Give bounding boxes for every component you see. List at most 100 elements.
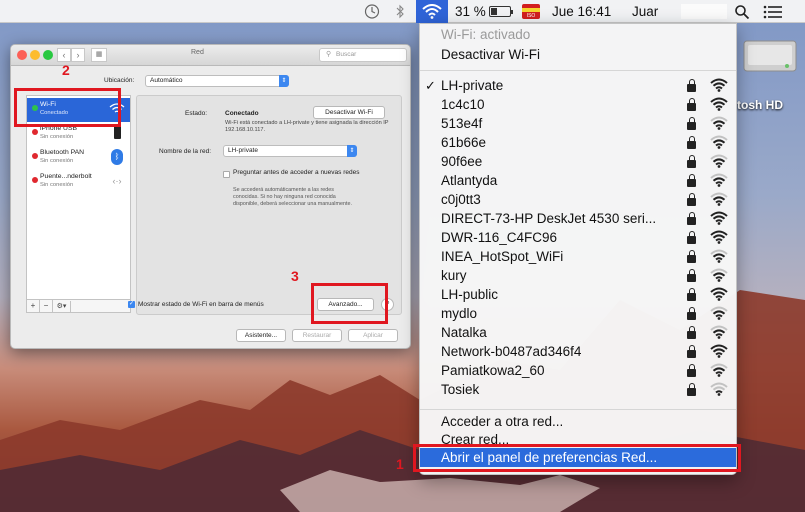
network-name: LH-private [441,78,504,93]
network-name: mydlo [441,306,478,321]
network-name: Network-b0487ad346f4 [441,344,582,359]
network-item[interactable]: mydlo [420,304,736,323]
network-item[interactable]: INEA_HotSpot_WiFi [420,247,736,266]
network-item[interactable]: Natalka [420,323,736,342]
network-item[interactable]: DWR-116_C4FC96 [420,228,736,247]
wifi-signal-icon [710,97,728,111]
network-item[interactable]: Pamiatkowa2_60 [420,361,736,380]
time-machine-icon[interactable] [363,3,381,20]
service-name: Bluetooth PAN [40,149,85,156]
network-item[interactable]: Atlantyda [420,171,736,190]
wifi-menu-extra[interactable] [416,0,448,23]
location-value: Automático [150,77,183,84]
network-name: 1c4c10 [441,97,485,112]
window-titlebar[interactable]: ‹ › ▦ Red ⚲ Buscar [11,45,410,66]
service-list-toolbar: + − ⚙▾ [26,300,131,313]
lock-icon [687,364,696,377]
network-item[interactable]: kury [420,266,736,285]
network-item[interactable]: LH-public [420,285,736,304]
network-name: DWR-116_C4FC96 [441,230,558,245]
network-item[interactable]: 61b66e [420,133,736,152]
lock-icon [687,345,696,358]
wifi-signal-icon [710,363,728,377]
wifi-status-item: Wi-Fi: activado [441,27,531,42]
lock-icon [687,307,696,320]
thunderbolt-bridge-icon: ‹·› [112,176,122,186]
network-item[interactable]: c0j0tt3 [420,190,736,209]
wifi-signal-icon [710,192,728,206]
menu-bar: 31 % ISO Jue 16:41 Juar [0,0,805,23]
gear-icon[interactable]: ⚙▾ [53,301,71,313]
disable-wifi-button[interactable]: Desactivar Wi-Fi [313,106,385,119]
annotation-box-open-prefs [413,444,741,472]
network-item[interactable]: 1c4c10 [420,95,736,114]
redacted-area [681,4,727,19]
wifi-signal-icon [710,268,728,282]
network-name-popup[interactable]: LH-private ⇕ [223,145,357,157]
network-item[interactable]: DIRECT-73-HP DeskJet 4530 seri... [420,209,736,228]
network-name: LH-public [441,287,499,302]
lock-icon [687,383,696,396]
lock-icon [687,288,696,301]
ask-join-label: Preguntar antes de acceder a nuevas rede… [233,169,360,176]
search-field[interactable]: ⚲ Buscar [319,48,407,62]
apply-button[interactable]: Aplicar [348,329,398,342]
minimize-button[interactable] [30,50,40,60]
battery-percentage[interactable]: 31 % [455,0,486,23]
status-dot-red [32,129,38,135]
hard-disk-icon[interactable] [740,33,800,77]
assistant-button[interactable]: Asistente... [236,329,286,342]
lock-icon [687,231,696,244]
lock-icon [687,79,696,92]
menubar-clock[interactable]: Jue 16:41 [552,0,611,23]
network-name-value: LH-private [228,147,258,154]
remove-service-button[interactable]: − [40,300,53,312]
close-button[interactable] [17,50,27,60]
wifi-signal-icon [710,344,728,358]
lock-icon [687,155,696,168]
network-name: Tosiek [441,382,480,397]
join-other-network-item[interactable]: Acceder a otra red... [420,412,736,431]
annotation-box-advanced [311,283,388,324]
lock-icon [687,250,696,263]
add-service-button[interactable]: + [27,300,40,312]
forward-button[interactable]: › [71,48,85,62]
location-popup[interactable]: Automático ⇕ [145,75,289,87]
chevron-updown-icon: ⇕ [279,75,289,87]
network-item[interactable]: 513e4f [420,114,736,133]
service-status: Sin conexión [40,182,74,188]
bluetooth-icon: ᛒ [109,149,125,165]
wifi-signal-icon [710,78,728,92]
lock-icon [687,269,696,282]
wifi-signal-icon [710,211,728,225]
network-name: 61b66e [441,135,487,150]
wifi-signal-icon [710,116,728,130]
wifi-signal-icon [710,173,728,187]
spotlight-search-icon[interactable] [734,4,750,20]
annotation-number-3: 3 [291,268,299,284]
show-status-label: Mostrar estado de Wi-Fi en barra de menú… [138,301,264,308]
revert-button[interactable]: Restaurar [292,329,342,342]
network-item[interactable]: Network-b0487ad346f4 [420,342,736,361]
back-button[interactable]: ‹ [57,48,71,62]
network-item[interactable]: ✓ LH-private [420,76,736,95]
battery-icon[interactable] [489,6,513,17]
network-item[interactable]: 90f6ee [420,152,736,171]
window-title: Red [191,49,204,56]
lock-icon [687,98,696,111]
network-name: DIRECT-73-HP DeskJet 4530 seri... [441,211,657,226]
network-name: kury [441,268,467,283]
input-source-flag-icon[interactable]: ISO [522,4,540,19]
turn-off-wifi-item[interactable]: Desactivar Wi-Fi [420,45,736,64]
bluetooth-icon[interactable] [395,3,405,20]
menubar-user[interactable]: Juar [632,0,658,23]
show-all-grid-icon[interactable]: ▦ [91,48,107,62]
show-status-checkbox[interactable]: ✓ [128,301,135,308]
service-item-bluetooth-pan[interactable]: Bluetooth PAN Sin conexión ᛒ [27,146,130,170]
zoom-button[interactable] [43,50,53,60]
network-item[interactable]: Tosiek [420,380,736,399]
notification-center-icon[interactable] [763,5,783,19]
wifi-signal-icon [710,154,728,168]
service-item-thunderbolt-bridge[interactable]: Puente...nderbolt Sin conexión ‹·› [27,170,130,194]
ask-join-checkbox[interactable] [223,171,230,178]
